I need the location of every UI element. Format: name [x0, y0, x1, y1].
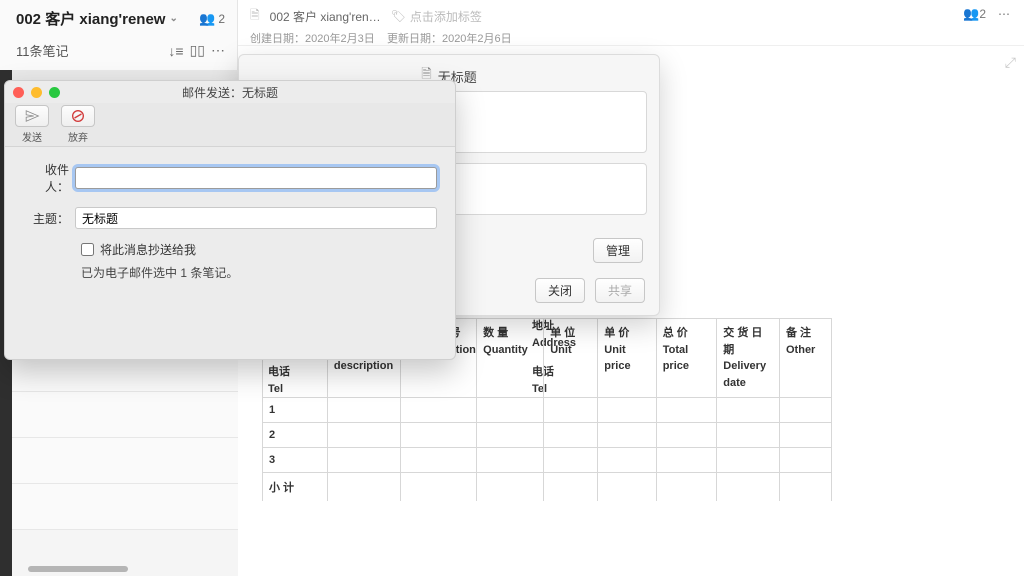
subject-input[interactable] [75, 207, 437, 229]
view-icon[interactable]: ▯▯ [190, 42, 205, 59]
document-meta: 创建日期：2020年2月3日 更新日期：2020年2月6日 [250, 30, 1012, 46]
discard-label: 放弃 [68, 133, 88, 144]
paper-plane-icon [15, 105, 49, 127]
updated-date: 更新日期：2020年2月6日 [387, 33, 512, 45]
tag-placeholder: 点击添加标签 [410, 8, 482, 25]
note-icon: 🗎 [250, 6, 260, 27]
notebook-title-text: 002 客户 xiang'renew [16, 8, 165, 29]
notebook-header: 002 客户 xiang'renew ⌄ 👥 2 [0, 0, 237, 29]
notebook-share-indicator[interactable]: 👥 2 [199, 11, 225, 27]
list-item[interactable] [12, 438, 238, 484]
cc-me-input[interactable] [81, 243, 94, 256]
table-subtotal-row: 小 计 [263, 473, 832, 502]
manage-button[interactable]: 管理 [593, 238, 643, 263]
cc-me-label: 将此消息抄送给我 [100, 241, 196, 258]
table-row[interactable]: 1 [263, 398, 832, 423]
table-row[interactable]: 2 [263, 423, 832, 448]
list-item[interactable] [12, 484, 238, 530]
tag-icon: 🏷 [391, 9, 406, 23]
cc-me-checkbox[interactable]: 将此消息抄送给我 [81, 241, 437, 258]
notebook-title[interactable]: 002 客户 xiang'renew ⌄ [16, 8, 178, 29]
doc-share-count: 2 [979, 7, 986, 21]
doc-more-icon[interactable]: ⋯ [998, 7, 1010, 21]
close-button[interactable]: 关闭 [535, 278, 585, 303]
send-button[interactable]: 发送 [13, 105, 51, 144]
share-button[interactable]: 共享 [595, 278, 645, 303]
mail-window-title: 邮件发送：无标题 [5, 84, 455, 101]
mail-toolbar: 发送 放弃 [5, 103, 455, 147]
list-item[interactable] [12, 392, 238, 438]
sort-icon[interactable]: ↓≡ [168, 43, 183, 59]
document-title[interactable]: 002 客户 xiang'ren… [270, 8, 381, 25]
mail-note: 已为电子邮件选中 1 条笔记。 [81, 264, 437, 281]
doc-share-indicator[interactable]: 👥2 [963, 6, 986, 22]
table-row[interactable]: 3 [263, 448, 832, 473]
note-count-label: 11条笔记 [16, 41, 69, 60]
send-label: 发送 [22, 133, 42, 144]
people-icon: 👥 [963, 6, 979, 21]
people-icon: 👥 [199, 11, 215, 27]
notebook-share-count: 2 [218, 12, 225, 26]
mail-titlebar[interactable]: 邮件发送：无标题 [5, 81, 455, 103]
scrollbar-thumb[interactable] [28, 566, 128, 572]
chevron-down-icon: ⌄ [169, 13, 177, 24]
document-header: 🗎 002 客户 xiang'ren… 🏷 点击添加标签 创建日期：2020年2… [238, 0, 1024, 46]
no-entry-icon [61, 105, 95, 127]
tag-field[interactable]: 🏷 点击添加标签 [391, 8, 482, 25]
more-icon[interactable]: ⋯ [211, 42, 225, 59]
notebook-subheader: 11条笔记 ↓≡ ▯▯ ⋯ [0, 29, 237, 70]
to-label: 收件人： [23, 161, 75, 195]
created-date: 创建日期：2020年2月3日 [250, 33, 375, 45]
to-input[interactable] [75, 167, 437, 189]
mail-compose-window: 邮件发送：无标题 发送 放弃 收件人： 主题： 将此消息抄送给我 已为电子 [4, 80, 456, 360]
expand-icon[interactable]: ⤢ [1005, 54, 1016, 71]
discard-button[interactable]: 放弃 [59, 105, 97, 144]
mail-form: 收件人： 主题： 将此消息抄送给我 已为电子邮件选中 1 条笔记。 [5, 147, 455, 281]
subject-label: 主题： [23, 210, 75, 227]
